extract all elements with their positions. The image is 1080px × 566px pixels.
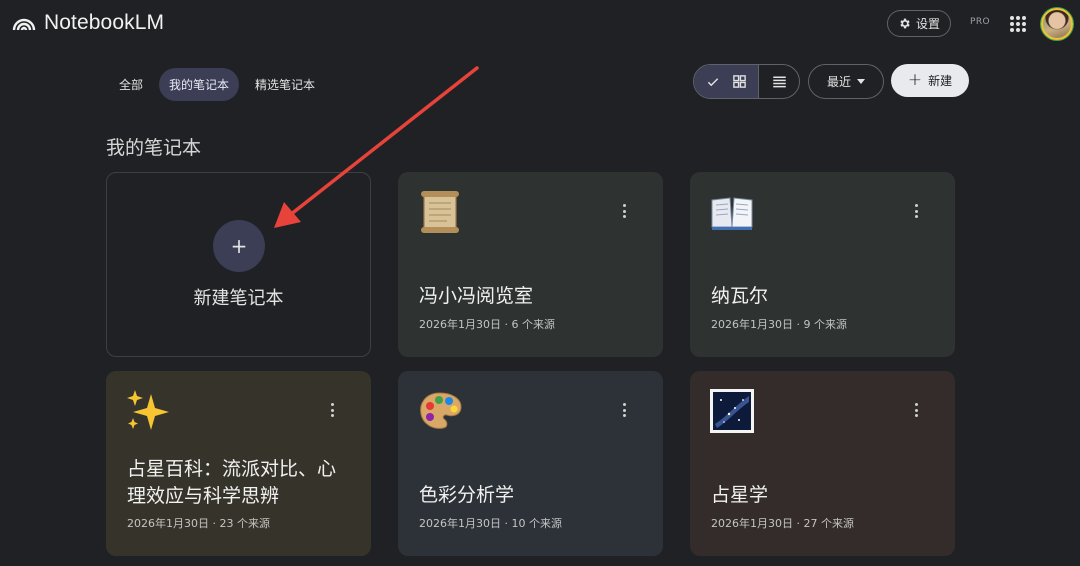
user-avatar[interactable] [1041, 8, 1073, 40]
tab-my-notebooks[interactable]: 我的笔记本 [159, 68, 239, 101]
notebook-meta: 2026年1月30日 · 10 个来源 [419, 517, 562, 530]
notebook-card[interactable]: 冯小冯阅览室 2026年1月30日 · 6 个来源 [398, 172, 663, 357]
notebook-meta: 2026年1月30日 · 27 个来源 [711, 517, 854, 530]
tab-all[interactable]: 全部 [111, 68, 151, 101]
notebook-title: 纳瓦尔 [711, 285, 769, 307]
grid-view-button[interactable] [694, 65, 759, 98]
grid-icon [732, 75, 746, 88]
list-view-button[interactable] [759, 65, 799, 98]
view-toggle [693, 64, 800, 99]
more-options-icon[interactable] [915, 403, 919, 417]
sparkles-icon [127, 390, 169, 430]
open-book-icon [711, 197, 753, 230]
gear-icon [900, 18, 910, 29]
scroll-icon [421, 191, 459, 233]
add-icon: + [213, 220, 265, 272]
notebook-title: 冯小冯阅览室 [419, 285, 534, 307]
notebook-card[interactable]: 占星学 2026年1月30日 · 27 个来源 [690, 371, 955, 556]
plus-icon: + [907, 70, 923, 90]
notebook-title: 占星学 [711, 484, 769, 506]
more-options-icon[interactable] [331, 403, 335, 417]
app-logo[interactable]: NotebookLM [12, 11, 164, 35]
settings-label: 设置 [915, 17, 940, 31]
new-label: 新建 [928, 74, 953, 88]
pro-badge: PRO [970, 17, 990, 27]
sort-label: 最近 [826, 75, 851, 89]
sort-dropdown[interactable]: 最近 [808, 64, 884, 99]
list-icon [772, 76, 786, 88]
palette-icon [420, 392, 462, 429]
more-options-icon[interactable] [915, 204, 919, 218]
notebook-card[interactable]: 色彩分析学 2026年1月30日 · 10 个来源 [398, 371, 663, 556]
apps-grid-icon[interactable] [1010, 16, 1026, 32]
notebook-card[interactable]: 纳瓦尔 2026年1月30日 · 9 个来源 [690, 172, 955, 357]
milky-way-icon [710, 389, 754, 433]
notebooklm-logo-icon [12, 18, 36, 31]
notebook-card[interactable]: 占星百科：流派对比、心理效应与科学思辨 2026年1月30日 · 23 个来源 [106, 371, 371, 556]
notebook-title: 色彩分析学 [419, 484, 515, 506]
check-icon [707, 77, 718, 86]
notebooklm-app: NotebookLM 设置 PRO 全部 我的笔记本 精选笔记本 最近 + 新建… [0, 0, 1080, 566]
notebook-title: 占星百科：流派对比、心理效应与科学思辨 [127, 458, 337, 507]
notebook-meta: 2026年1月30日 · 6 个来源 [419, 318, 555, 331]
section-title: 我的笔记本 [106, 137, 202, 159]
caret-down-icon [857, 79, 865, 84]
app-title: NotebookLM [44, 11, 165, 34]
notebook-meta: 2026年1月30日 · 23 个来源 [127, 517, 270, 530]
new-notebook-button[interactable]: + 新建 [891, 64, 969, 97]
tab-featured-notebooks[interactable]: 精选笔记本 [245, 68, 325, 101]
create-notebook-label: 新建笔记本 [193, 288, 284, 309]
more-options-icon[interactable] [623, 403, 627, 417]
notebook-meta: 2026年1月30日 · 9 个来源 [711, 318, 847, 331]
more-options-icon[interactable] [623, 204, 627, 218]
settings-button[interactable]: 设置 [887, 10, 951, 37]
create-notebook-card[interactable]: + 新建笔记本 [106, 172, 371, 357]
